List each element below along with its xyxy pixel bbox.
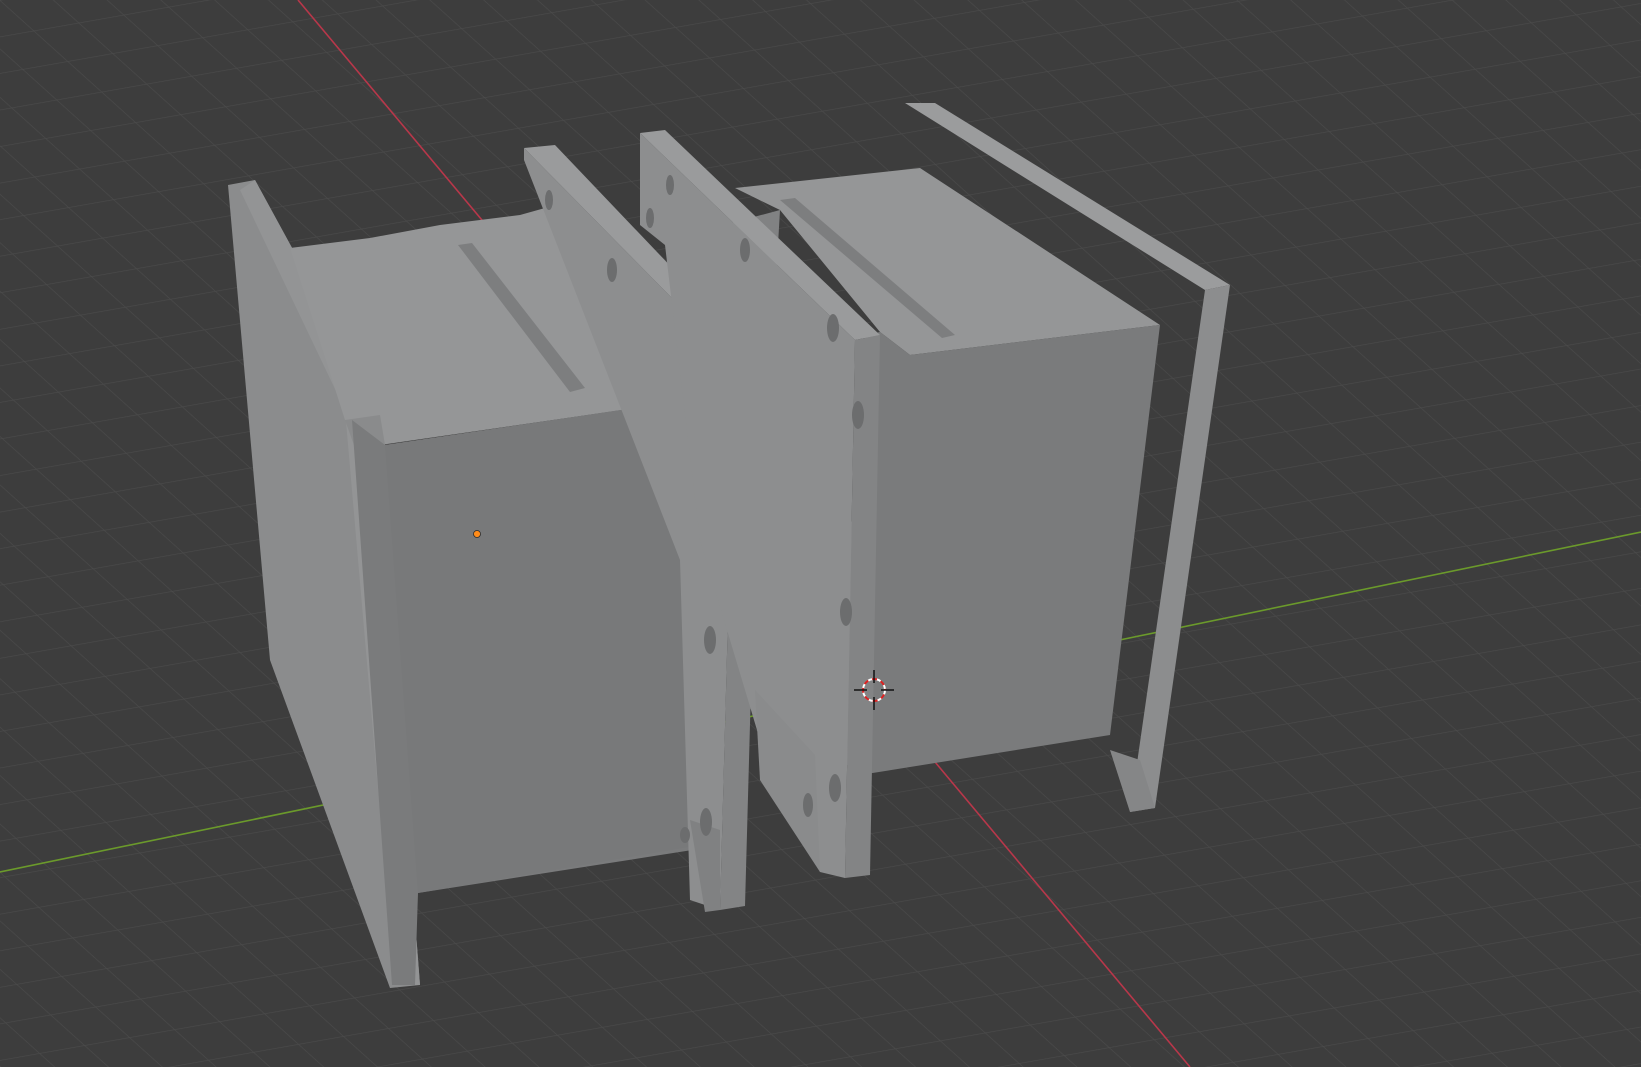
- 3d-viewport[interactable]: [0, 0, 1641, 1067]
- object-origin-dot: [473, 530, 481, 538]
